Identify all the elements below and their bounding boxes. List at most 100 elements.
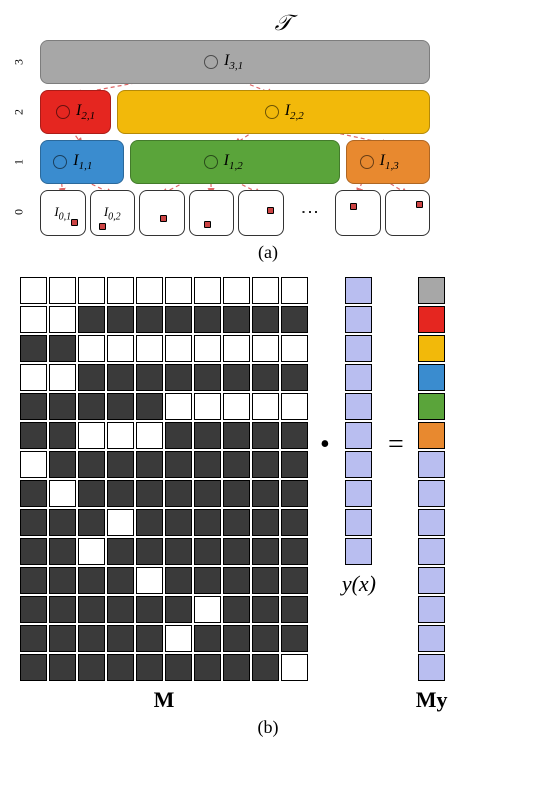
node-1-3: I1,3 [346, 140, 430, 184]
data-point-icon [99, 223, 106, 230]
matrix-cell [223, 625, 250, 652]
node-label: I2,2 [285, 102, 304, 122]
matrix-cell [223, 596, 250, 623]
caption-a: (a) [10, 242, 526, 263]
matrix-cell [223, 567, 250, 594]
leaf-label: I0,2 [104, 204, 121, 223]
matrix-cell [136, 277, 163, 304]
matrix-cell [78, 451, 105, 478]
matrix-cell [223, 335, 250, 362]
matrix-cell [252, 277, 279, 304]
matrix-cell [78, 393, 105, 420]
data-point-icon [204, 221, 211, 228]
vector-y-cell [345, 393, 372, 420]
matrix-cell [20, 567, 47, 594]
level-label-2: 2 [12, 109, 27, 115]
matrix-cell [252, 306, 279, 333]
matrix-cell [281, 654, 308, 681]
matrix-cell [252, 625, 279, 652]
matrix-cell [136, 364, 163, 391]
dot-operator: • [318, 429, 332, 461]
matrix-cell [20, 538, 47, 565]
matrix-cell [281, 451, 308, 478]
level-label-0: 0 [12, 209, 27, 215]
vector-y [345, 277, 372, 565]
matrix-cell [194, 277, 221, 304]
matrix-cell [223, 480, 250, 507]
node-3-1: I3,1 [40, 40, 430, 84]
matrix-cell [165, 306, 192, 333]
matrix-cell [165, 654, 192, 681]
matrix-cell [107, 625, 134, 652]
matrix-cell [136, 480, 163, 507]
matrix-cell [194, 393, 221, 420]
matrix-cell [49, 596, 76, 623]
matrix-cell [281, 538, 308, 565]
matrix-cell [49, 509, 76, 536]
matrix-cell [281, 277, 308, 304]
matrix-cell [78, 277, 105, 304]
leaf-0: I0,1 [40, 190, 86, 236]
node-circle-icon [265, 105, 279, 119]
matrix-cell [20, 364, 47, 391]
data-point-icon [71, 219, 78, 226]
leaf-7 [385, 190, 431, 236]
matrix-cell [165, 364, 192, 391]
matrix-cell [107, 480, 134, 507]
node-2-1: I2,1 [40, 90, 111, 134]
matrix-cell [165, 393, 192, 420]
leaf-1: I0,2 [90, 190, 136, 236]
matrix-cell [223, 364, 250, 391]
vector-My [418, 277, 445, 681]
node-1-2: I1,2 [130, 140, 341, 184]
matrix-cell [107, 654, 134, 681]
matrix-cell [165, 277, 192, 304]
matrix-cell [78, 654, 105, 681]
vector-My-cell [418, 625, 445, 652]
node-circle-icon [53, 155, 67, 169]
matrix-cell [281, 480, 308, 507]
matrix-cell [194, 422, 221, 449]
matrix-cell [107, 567, 134, 594]
vector-y-cell [345, 364, 372, 391]
matrix-cell [78, 509, 105, 536]
leaf-6 [335, 190, 381, 236]
matrix-cell [165, 335, 192, 362]
matrix-cell [107, 509, 134, 536]
matrix-cell [281, 306, 308, 333]
matrix-cell [49, 654, 76, 681]
matrix-cell [252, 364, 279, 391]
matrix-cell [223, 538, 250, 565]
matrix-cell [136, 306, 163, 333]
matrix-cell [136, 538, 163, 565]
leaf-label: I0,1 [54, 204, 71, 223]
vector-y-cell [345, 480, 372, 507]
matrix-cell [194, 654, 221, 681]
tree-diagram: 𝒯 3I3,12I2,1I2,21I1,1I1,2I1,30I0,1I0,2⋮ [40, 10, 526, 234]
vector-y-cell [345, 422, 372, 449]
figure: 𝒯 3I3,12I2,1I2,21I1,1I1,2I1,30I0,1I0,2⋮ … [10, 10, 526, 738]
matrix-cell [107, 451, 134, 478]
vector-My-cell [418, 364, 445, 391]
matrix-cell [49, 480, 76, 507]
matrix-cell [252, 567, 279, 594]
matrix-cell [194, 567, 221, 594]
matrix-M [20, 277, 308, 681]
vector-y-label: y(x) [342, 571, 376, 597]
equals-operator: = [386, 429, 406, 461]
matrix-cell [107, 277, 134, 304]
node-label: I1,1 [73, 152, 92, 172]
vector-My-cell [418, 277, 445, 304]
matrix-cell [78, 538, 105, 565]
matrix-cell [252, 451, 279, 478]
matrix-cell [49, 422, 76, 449]
matrix-cell [49, 364, 76, 391]
matrix-cell [223, 393, 250, 420]
matrix-cell [49, 306, 76, 333]
matrix-cell [20, 451, 47, 478]
data-point-icon [416, 201, 423, 208]
matrix-cell [252, 422, 279, 449]
matrix-cell [252, 335, 279, 362]
matrix-cell [252, 480, 279, 507]
vector-My-cell [418, 422, 445, 449]
